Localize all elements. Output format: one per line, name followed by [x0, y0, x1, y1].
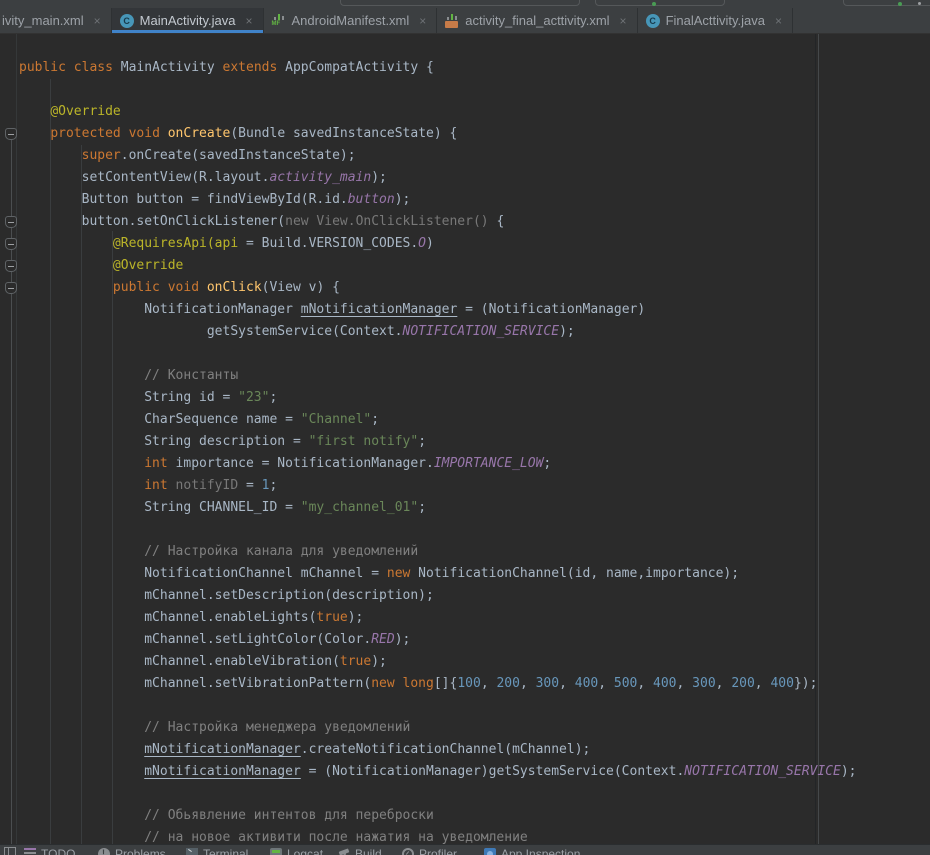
code-line[interactable]: mChannel.setVibrationPattern(new long[]{… [19, 673, 857, 695]
status-white-icon [918, 2, 921, 5]
tool-window-label: App Inspection [501, 847, 580, 855]
inspection-icon [484, 848, 496, 855]
ide-window: ivity_main.xml × C MainActivity.java × MF Andr… [0, 0, 930, 855]
close-tab-icon[interactable]: × [775, 14, 782, 28]
tool-window-bar: TODO Problems Terminal Logcat Build Profiler A… [0, 844, 930, 855]
close-tab-icon[interactable]: × [94, 14, 101, 28]
close-tab-icon[interactable]: × [620, 14, 627, 28]
code-line[interactable]: mChannel.enableLights(true); [19, 607, 857, 629]
code-line[interactable]: public void onClick(View v) { [19, 277, 857, 299]
code-line[interactable]: mNotificationManager = (NotificationMana… [19, 761, 857, 783]
code-line[interactable]: @Override [19, 101, 857, 123]
tool-window-button-terminal[interactable]: Terminal [186, 847, 248, 855]
code-line[interactable]: mChannel.enableVibration(true); [19, 651, 857, 673]
code-line[interactable]: mNotificationManager.createNotificationC… [19, 739, 857, 761]
code-line[interactable]: setContentView(R.layout.activity_main); [19, 167, 857, 189]
fold-collapse-icon[interactable] [5, 260, 17, 272]
code-line[interactable]: @Override [19, 255, 857, 277]
manifest-icon: MF [272, 14, 286, 28]
tool-window-button-app-inspection[interactable]: App Inspection [484, 847, 580, 855]
code-line[interactable]: // Обьявление интентов для переброски [19, 805, 857, 827]
editor-tab-bar: ivity_main.xml × C MainActivity.java × MF Andr… [0, 8, 930, 34]
code-line[interactable] [19, 783, 857, 805]
fold-collapse-icon[interactable] [5, 128, 17, 140]
code-editor[interactable]: public class MainActivity extends AppCom… [0, 34, 930, 844]
code-line[interactable]: public class MainActivity extends AppCom… [19, 57, 857, 79]
search-field-fragment[interactable] [340, 0, 580, 6]
code-line[interactable]: // Константы [19, 365, 857, 387]
tool-window-label: TODO [41, 847, 75, 855]
fold-collapse-icon[interactable] [5, 238, 17, 250]
layout-orange-icon [445, 14, 459, 28]
editor-tab-FinalActtivity.java[interactable]: C FinalActtivity.java × [638, 8, 793, 33]
terminal-icon [186, 848, 198, 855]
tool-window-switcher[interactable] [4, 847, 16, 855]
close-tab-icon[interactable]: × [245, 14, 252, 28]
code-text[interactable]: public class MainActivity extends AppCom… [19, 57, 857, 844]
code-line[interactable] [19, 695, 857, 717]
editor-tab-MainActivity.java[interactable]: C MainActivity.java × [112, 8, 264, 33]
tool-window-label: Profiler [419, 847, 457, 855]
logcat-icon [270, 848, 282, 855]
device-widget-fragment[interactable] [843, 0, 930, 6]
run-icon[interactable] [652, 2, 656, 6]
close-tab-icon[interactable]: × [419, 14, 426, 28]
tool-window-label: Logcat [287, 847, 323, 855]
todo-icon [24, 848, 36, 855]
code-line[interactable] [19, 519, 857, 541]
code-line[interactable] [19, 343, 857, 365]
code-line[interactable]: // на новое активити после нажатия на ув… [19, 827, 857, 844]
tool-window-label: Terminal [203, 847, 248, 855]
code-line[interactable] [19, 79, 857, 101]
tool-window-button-logcat[interactable]: Logcat [270, 847, 323, 855]
java-class-icon: C [120, 14, 134, 28]
code-line[interactable]: CharSequence name = "Channel"; [19, 409, 857, 431]
editor-tab-ivity_main.xml[interactable]: ivity_main.xml × [0, 8, 112, 33]
code-line[interactable]: getSystemService(Context.NOTIFICATION_SE… [19, 321, 857, 343]
code-line[interactable]: String CHANNEL_ID = "my_channel_01"; [19, 497, 857, 519]
code-line[interactable]: int notifyID = 1; [19, 475, 857, 497]
tool-window-button-todo[interactable]: TODO [24, 847, 75, 855]
problems-icon [98, 848, 110, 855]
tab-label: FinalActtivity.java [666, 13, 765, 28]
code-line[interactable]: String id = "23"; [19, 387, 857, 409]
tab-label: AndroidManifest.xml [292, 13, 410, 28]
tab-label: activity_final_acttivity.xml [465, 13, 609, 28]
code-line[interactable]: NotificationChannel mChannel = new Notif… [19, 563, 857, 585]
tab-label: MainActivity.java [140, 13, 236, 28]
tool-window-label: Problems [115, 847, 166, 855]
status-green-icon [898, 2, 902, 6]
code-line[interactable]: super.onCreate(savedInstanceState); [19, 145, 857, 167]
code-line[interactable]: // Настройка канала для уведомлений [19, 541, 857, 563]
build-icon [338, 848, 350, 855]
tool-window-button-problems[interactable]: Problems [98, 847, 166, 855]
code-line[interactable]: NotificationManager mNotificationManager… [19, 299, 857, 321]
fold-collapse-icon[interactable] [5, 282, 17, 294]
tool-window-label: Build [355, 847, 382, 855]
editor-tab-activity_final_acttivity.xml[interactable]: activity_final_acttivity.xml × [437, 8, 637, 33]
code-line[interactable]: mChannel.setLightColor(Color.RED); [19, 629, 857, 651]
run-widget-fragment[interactable] [595, 0, 725, 6]
fold-collapse-icon[interactable] [5, 216, 17, 228]
code-line[interactable]: String description = "first notify"; [19, 431, 857, 453]
gutter-border [16, 34, 17, 844]
editor-tab-AndroidManifest.xml[interactable]: MF AndroidManifest.xml × [264, 8, 438, 33]
java-class-icon: C [646, 14, 660, 28]
main-toolbar-sliver [0, 0, 930, 8]
code-line[interactable]: // Настройка менеджера уведомлений [19, 717, 857, 739]
code-line[interactable]: mChannel.setDescription(description); [19, 585, 857, 607]
code-line[interactable]: protected void onCreate(Bundle savedInst… [19, 123, 857, 145]
tool-window-button-profiler[interactable]: Profiler [402, 847, 457, 855]
code-line[interactable]: @RequiresApi(api = Build.VERSION_CODES.O… [19, 233, 857, 255]
grid-icon [4, 847, 16, 855]
tool-window-button-build[interactable]: Build [338, 847, 382, 855]
code-line[interactable]: int importance = NotificationManager.IMP… [19, 453, 857, 475]
profiler-icon [402, 848, 414, 855]
code-line[interactable]: Button button = findViewById(R.id.button… [19, 189, 857, 211]
tab-label: ivity_main.xml [2, 13, 84, 28]
code-line[interactable]: button.setOnClickListener(new View.OnCli… [19, 211, 857, 233]
